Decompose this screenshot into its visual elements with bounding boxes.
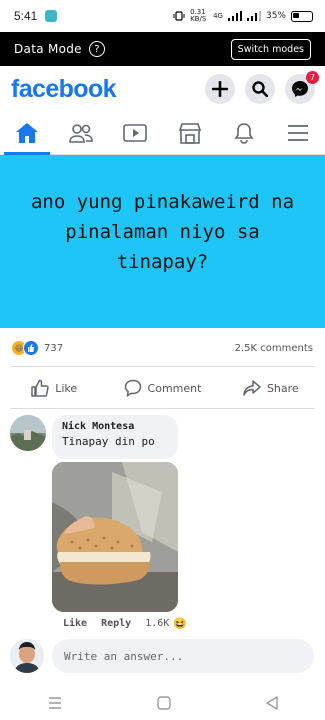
search-button[interactable] [245, 74, 275, 104]
haha-reaction-icon: 😆 [173, 617, 187, 630]
share-label: Share [266, 381, 299, 395]
messenger-icon [292, 81, 308, 97]
share-button[interactable]: Share [217, 372, 325, 404]
commenter-avatar[interactable] [10, 415, 46, 451]
home-button-icon[interactable] [156, 695, 171, 710]
status-time: 5:41 [14, 9, 38, 23]
comment-reply-button[interactable]: Reply [101, 618, 131, 629]
home-icon [16, 123, 39, 143]
messenger-badge: 7 [306, 71, 319, 84]
comment-actions: Like Reply 1.6K 😆 [63, 617, 187, 630]
comment-text: Tinapay din po [62, 435, 155, 448]
divider [10, 408, 315, 409]
back-icon[interactable] [265, 695, 278, 710]
menu-icon [287, 125, 308, 141]
comment-bubble[interactable]: Nick Montesa Tinapay din po [52, 415, 178, 459]
data-mode-label: Data Mode [14, 42, 82, 56]
comment-count[interactable]: 2.5K comments [235, 343, 313, 354]
marketplace-icon [178, 123, 201, 144]
post-stats: 😆 737 2.5K comments [0, 338, 325, 358]
comment-author[interactable]: Nick Montesa [62, 421, 168, 432]
tab-menu[interactable] [271, 112, 325, 154]
switch-modes-button[interactable]: Switch modes [230, 38, 311, 60]
comment-reaction-summary[interactable]: 1.6K 😆 [145, 617, 187, 630]
reaction-count: 737 [44, 342, 64, 354]
comment-button[interactable]: Comment [108, 372, 216, 404]
like-button[interactable]: Like [0, 372, 108, 404]
comment-label: Comment [147, 381, 202, 395]
answer-composer: Write an answer... [10, 637, 315, 675]
messenger-button[interactable]: 7 [285, 71, 319, 104]
answer-input[interactable]: Write an answer... [52, 639, 314, 673]
comment-like-count: 1.6K [145, 618, 170, 629]
battery-icon [291, 10, 313, 22]
app-header: facebook 7 [0, 66, 325, 112]
plus-icon [212, 81, 228, 97]
facebook-logo[interactable]: facebook [11, 75, 117, 104]
tab-home[interactable] [0, 112, 54, 155]
data-speed: 0.31 KB/S [190, 8, 207, 23]
search-icon [252, 81, 268, 97]
comment-like-button[interactable]: Like [63, 618, 87, 629]
status-indicators: 0.31 KB/S 4G 35% [173, 9, 313, 23]
text-post[interactable]: ano yung pinakaweird na pinalaman niyo s… [0, 155, 325, 328]
post-actions: Like Comment Share [0, 372, 325, 404]
friends-icon [69, 124, 94, 143]
share-icon [243, 380, 261, 396]
divider [10, 366, 315, 367]
reaction-summary[interactable]: 😆 737 [11, 340, 63, 356]
comment-photo[interactable] [52, 462, 178, 612]
network-type: 4G [213, 12, 223, 20]
like-reaction-icon [23, 340, 39, 356]
notifications-icon [234, 123, 254, 144]
tab-friends[interactable] [54, 112, 108, 154]
watch-icon [123, 124, 148, 142]
like-label: Like [55, 381, 78, 395]
status-bar: 5:41 0.31 KB/S 4G 35% [0, 0, 325, 32]
tab-watch[interactable] [108, 112, 162, 154]
comment-icon [124, 379, 141, 397]
battery-percent: 35% [265, 11, 286, 21]
current-user-avatar[interactable] [10, 639, 44, 673]
tab-notifications[interactable] [217, 112, 271, 154]
create-button[interactable] [205, 74, 235, 104]
help-icon[interactable]: ? [88, 41, 105, 57]
system-nav-bar [0, 685, 325, 720]
vibrate-icon [173, 11, 185, 21]
signal-2-icon [246, 11, 261, 21]
like-icon [31, 379, 49, 397]
post-text: ano yung pinakaweird na pinalaman niyo s… [30, 190, 295, 273]
data-mode-bar: Data Mode ? Switch modes [0, 32, 325, 66]
signal-icon [227, 11, 242, 21]
app-notification-icon [45, 10, 58, 22]
tab-marketplace[interactable] [163, 112, 217, 154]
recents-icon[interactable] [48, 696, 62, 709]
main-nav [0, 112, 325, 155]
